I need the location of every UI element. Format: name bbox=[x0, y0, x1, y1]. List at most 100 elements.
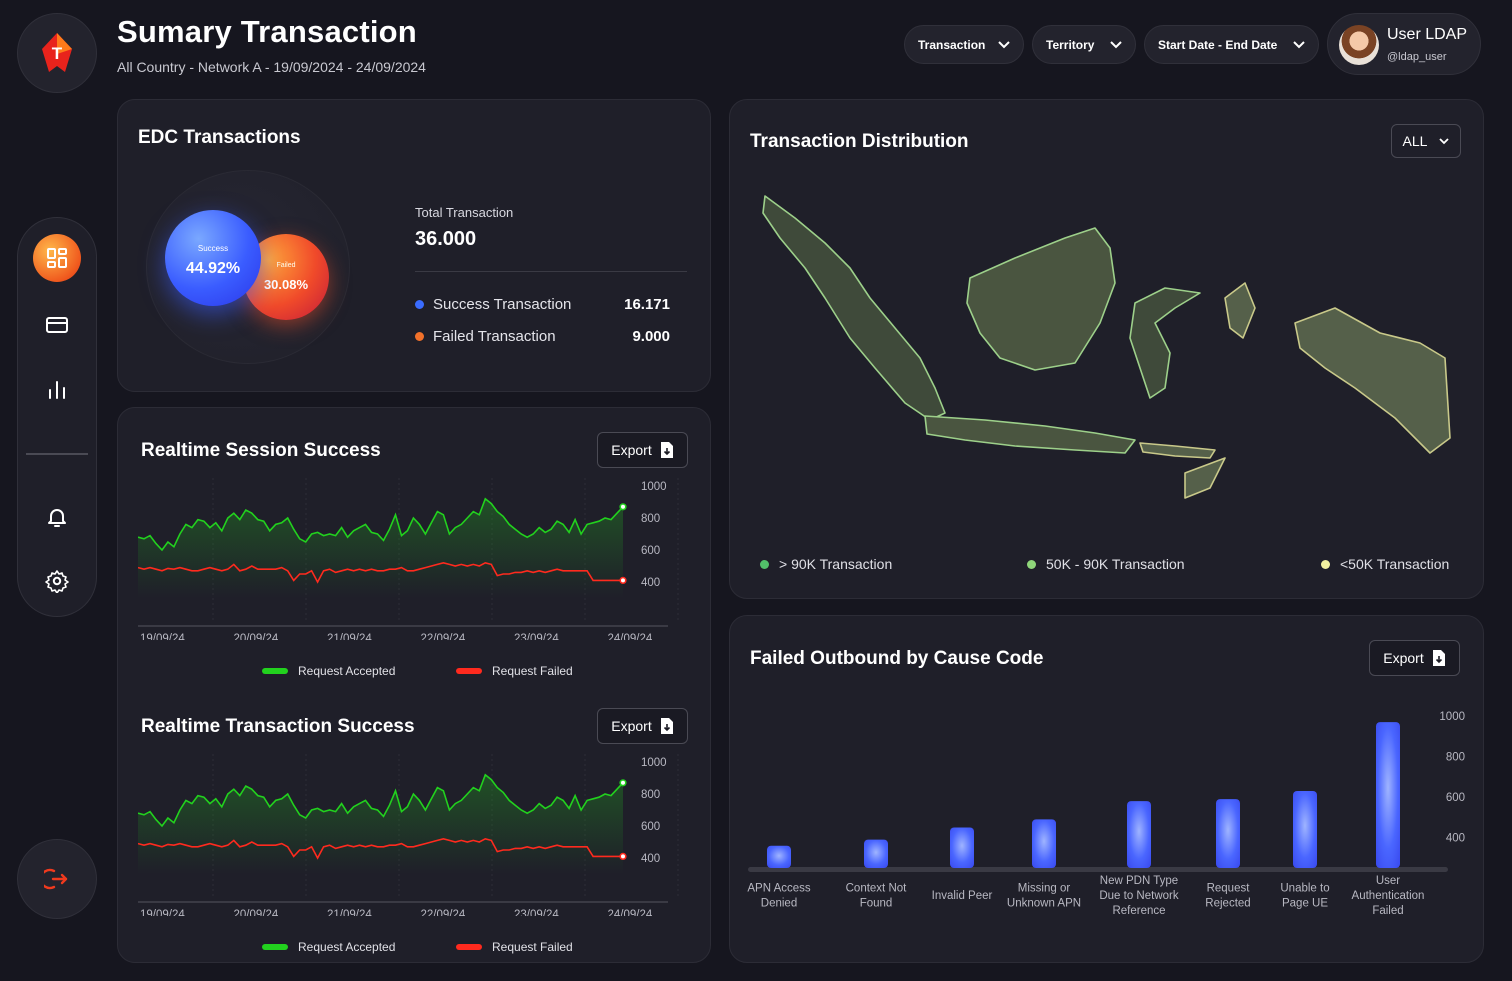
export-label: Export bbox=[611, 442, 652, 458]
map-region-nusa bbox=[1139, 442, 1216, 459]
x-category-label: Unable to Page UE bbox=[1280, 883, 1329, 910]
legend-label: Request Failed bbox=[492, 664, 573, 678]
legend-dot bbox=[1027, 559, 1036, 569]
transaction-export-button[interactable]: Export bbox=[597, 708, 688, 744]
x-tick-label: 23/09/24 bbox=[514, 909, 559, 916]
row-label: Success Transaction bbox=[433, 296, 572, 313]
map-region-timor bbox=[1184, 457, 1226, 499]
bar[interactable] bbox=[1376, 722, 1400, 868]
map-region-java bbox=[924, 415, 1136, 454]
sidebar-divider bbox=[26, 453, 88, 455]
series-end-point bbox=[619, 779, 627, 787]
legend-dot bbox=[1321, 559, 1330, 569]
chevron-down-icon bbox=[1110, 40, 1122, 48]
chevron-down-icon bbox=[1293, 40, 1305, 48]
brand-logo[interactable]: T bbox=[17, 13, 97, 93]
success-bubble-label: Success bbox=[197, 244, 229, 253]
map-region-sumatra bbox=[762, 195, 946, 421]
y-tick-label: 600 bbox=[641, 821, 660, 833]
y-tick-label: 1000 bbox=[1439, 711, 1465, 723]
x-tick-label: 22/09/24 bbox=[421, 633, 466, 640]
legend-swatch bbox=[456, 668, 482, 674]
y-tick-label: 800 bbox=[1446, 752, 1465, 764]
filter-label: Transaction bbox=[918, 37, 986, 52]
export-file-icon bbox=[660, 718, 673, 734]
x-category-label: Missing or Unknown APN bbox=[1007, 883, 1081, 910]
y-tick-label: 1000 bbox=[641, 757, 667, 769]
filter-territory[interactable]: Territory bbox=[1032, 25, 1136, 64]
page-subtitle: All Country - Network A - 19/09/2024 - 2… bbox=[117, 59, 426, 75]
map-legend-high: > 90K Transaction bbox=[760, 556, 892, 572]
series-end-point bbox=[619, 852, 627, 860]
session-line-chart[interactable]: 1000 800 600 400 19/09/24 20/09/24 21/09/24 22/… bbox=[138, 478, 698, 640]
bar[interactable] bbox=[950, 827, 974, 868]
session-legend-accepted: Request Accepted bbox=[262, 664, 395, 678]
region-filter-dropdown[interactable]: ALL bbox=[1391, 124, 1461, 158]
legend-label: 50K - 90K Transaction bbox=[1046, 556, 1185, 572]
bar[interactable] bbox=[1032, 819, 1056, 868]
card-title: Realtime Session Success bbox=[141, 440, 381, 461]
failed-outbound-bar-chart[interactable]: 1000 800 600 400 APN Access Denied Context Not… bbox=[745, 696, 1470, 931]
bar[interactable] bbox=[767, 845, 791, 868]
transaction-line-chart[interactable]: 1000 800 600 400 19/09/24 20/09/24 21/09/24 22/… bbox=[138, 754, 698, 916]
legend-label: Request Failed bbox=[492, 940, 573, 954]
sidebar-item-analytics[interactable] bbox=[33, 366, 81, 414]
bar[interactable] bbox=[1127, 801, 1151, 868]
legend-dot bbox=[415, 332, 424, 341]
session-export-button[interactable]: Export bbox=[597, 432, 688, 468]
row-value: 9.000 bbox=[632, 328, 670, 345]
filter-transaction[interactable]: Transaction bbox=[904, 25, 1024, 64]
x-category-label: User Authentication Failed bbox=[1352, 875, 1425, 917]
card-title: Failed Outbound by Cause Code bbox=[750, 648, 1044, 669]
bar[interactable] bbox=[864, 839, 888, 868]
sidebar-item-cards[interactable] bbox=[33, 301, 81, 349]
transaction-legend-failed: Request Failed bbox=[456, 940, 573, 954]
user-handle: @ldap_user bbox=[1387, 51, 1447, 63]
filter-label: Territory bbox=[1046, 37, 1095, 52]
x-tick-label: 21/09/24 bbox=[327, 633, 372, 640]
sidebar bbox=[17, 217, 97, 617]
dashboard-icon bbox=[47, 248, 67, 268]
telkomsel-logo-icon: T bbox=[42, 33, 72, 72]
x-tick-label: 19/09/24 bbox=[140, 909, 185, 916]
x-tick-label: 22/09/24 bbox=[421, 909, 466, 916]
map-region-papua bbox=[1294, 307, 1451, 454]
row-label: Failed Transaction bbox=[433, 328, 556, 345]
map-legend-mid: 50K - 90K Transaction bbox=[1027, 556, 1185, 572]
export-label: Export bbox=[1383, 650, 1424, 666]
legend-label: Request Accepted bbox=[298, 664, 396, 678]
chevron-down-icon bbox=[1439, 137, 1450, 144]
indonesia-map[interactable] bbox=[755, 188, 1455, 518]
x-tick-label: 20/09/24 bbox=[234, 909, 279, 916]
bar[interactable] bbox=[1216, 799, 1240, 868]
failed-outbound-card: Failed Outbound by Cause Code Export 100… bbox=[729, 615, 1484, 963]
bar[interactable] bbox=[1293, 790, 1317, 868]
edc-transactions-card: EDC Transactions Failed 30.08% Success 4… bbox=[117, 99, 711, 392]
filter-date-range[interactable]: Start Date - End Date bbox=[1144, 25, 1319, 64]
sidebar-item-dashboard[interactable] bbox=[33, 234, 81, 282]
card-title: EDC Transactions bbox=[138, 127, 301, 148]
y-tick-label: 400 bbox=[641, 853, 660, 865]
export-file-icon bbox=[660, 442, 673, 458]
user-name: User LDAP bbox=[1387, 26, 1468, 43]
legend-dot bbox=[415, 300, 424, 309]
legend-dot bbox=[760, 559, 769, 569]
logout-button[interactable] bbox=[17, 839, 97, 919]
legend-label: Request Accepted bbox=[298, 940, 396, 954]
success-bubble: Success 44.92% bbox=[165, 210, 261, 306]
realtime-charts-card: Realtime Session Success Export 1000 800 6… bbox=[117, 407, 711, 963]
logout-icon bbox=[44, 868, 68, 890]
dropdown-value: ALL bbox=[1402, 133, 1428, 149]
failed-outbound-export-button[interactable]: Export bbox=[1369, 640, 1460, 676]
x-category-label: Context Not Found bbox=[846, 883, 908, 910]
y-tick-label: 800 bbox=[641, 513, 660, 525]
legend-swatch bbox=[262, 668, 288, 674]
x-tick-label: 21/09/24 bbox=[327, 909, 372, 916]
logo-letter: T bbox=[52, 44, 63, 63]
legend-label: <50K Transaction bbox=[1340, 556, 1450, 572]
sidebar-item-settings[interactable] bbox=[33, 557, 81, 605]
sidebar-item-notifications[interactable] bbox=[33, 493, 81, 541]
bar-baseline bbox=[748, 867, 1448, 872]
user-profile[interactable]: User LDAP @ldap_user bbox=[1327, 13, 1481, 75]
divider bbox=[415, 271, 687, 272]
